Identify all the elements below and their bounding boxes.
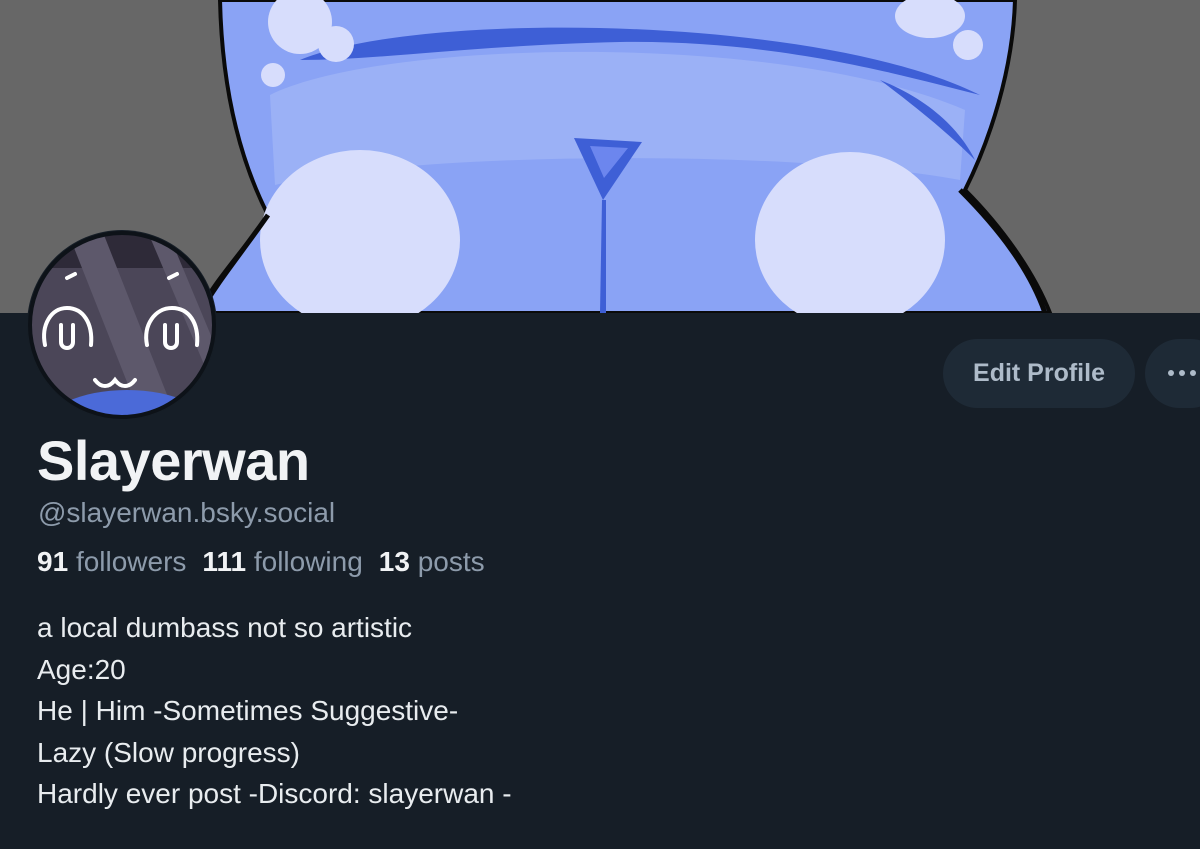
profile-page: Edit Profile Slayerwan @slayerwan.bsky.s… [0,0,1200,849]
following-label: following [253,546,363,577]
edit-profile-button[interactable]: Edit Profile [943,339,1135,408]
bio-line: Age:20 [37,653,126,685]
followers-count: 91 [37,546,69,577]
posts-label: posts [417,546,485,577]
profile-stats: 91 followers 111 following 13 posts [37,546,485,578]
display-name: Slayerwan [37,429,310,492]
bio-line: He | Him -Sometimes Suggestive- [37,695,459,726]
avatar-image [28,231,216,419]
bio-line: Hardly ever post -Discord: slayerwan - [37,778,512,809]
bio-line: Lazy (Slow progress) [37,736,300,768]
profile-bio: a local dumbass not so artistic Age:20 H… [37,607,512,815]
bio-line: a local dumbass not so artistic [37,612,413,643]
following-link[interactable]: 111 following [202,546,362,578]
ellipsis-icon [1168,370,1196,376]
posts-count: 13 [378,546,410,577]
posts-stat: 13 posts [379,546,485,578]
avatar[interactable] [27,230,217,420]
profile-handle: @slayerwan.bsky.social [38,497,336,528]
followers-link[interactable]: 91 followers [37,546,186,578]
followers-label: followers [75,546,187,577]
more-options-button[interactable] [1145,339,1200,408]
following-count: 111 [202,546,247,577]
